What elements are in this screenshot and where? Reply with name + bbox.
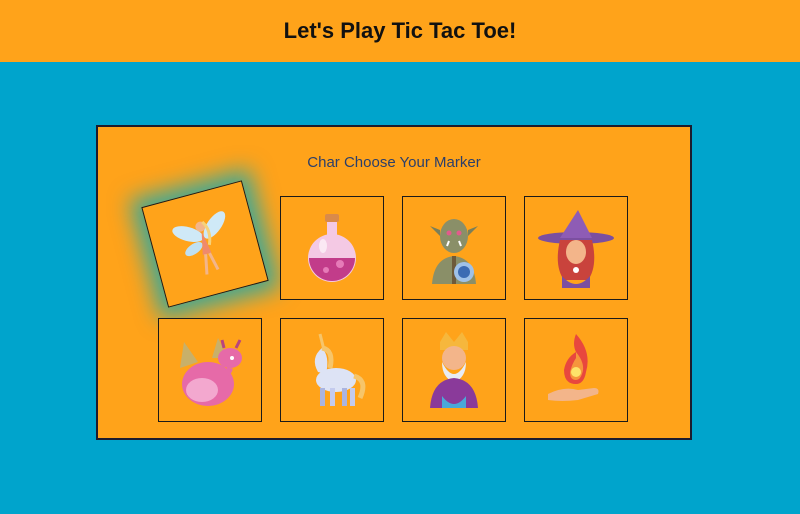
header-bar: Let's Play Tic Tac Toe!: [0, 0, 800, 62]
marker-option-unicorn[interactable]: [280, 318, 384, 422]
marker-option-potion[interactable]: [280, 196, 384, 300]
choose-marker-prompt: Char Choose Your Marker: [307, 154, 481, 171]
marker-option-dragon[interactable]: [158, 318, 262, 422]
fire-hand-icon: [548, 334, 599, 401]
dragon-icon: [180, 338, 242, 406]
witch-icon: [538, 210, 614, 288]
marker-panel: Char Choose Your Marker: [96, 125, 692, 440]
potion-icon: [308, 214, 356, 282]
unicorn-icon: [314, 333, 366, 406]
orc-icon: [430, 219, 478, 284]
page-title: Let's Play Tic Tac Toe!: [283, 18, 517, 43]
marker-option-fire[interactable]: [524, 318, 628, 422]
king-icon: [430, 332, 478, 408]
marker-option-witch[interactable]: [524, 196, 628, 300]
marker-option-king[interactable]: [402, 318, 506, 422]
fairy-icon: [172, 211, 226, 275]
marker-option-fairy[interactable]: [141, 180, 269, 308]
marker-option-orc[interactable]: [402, 196, 506, 300]
